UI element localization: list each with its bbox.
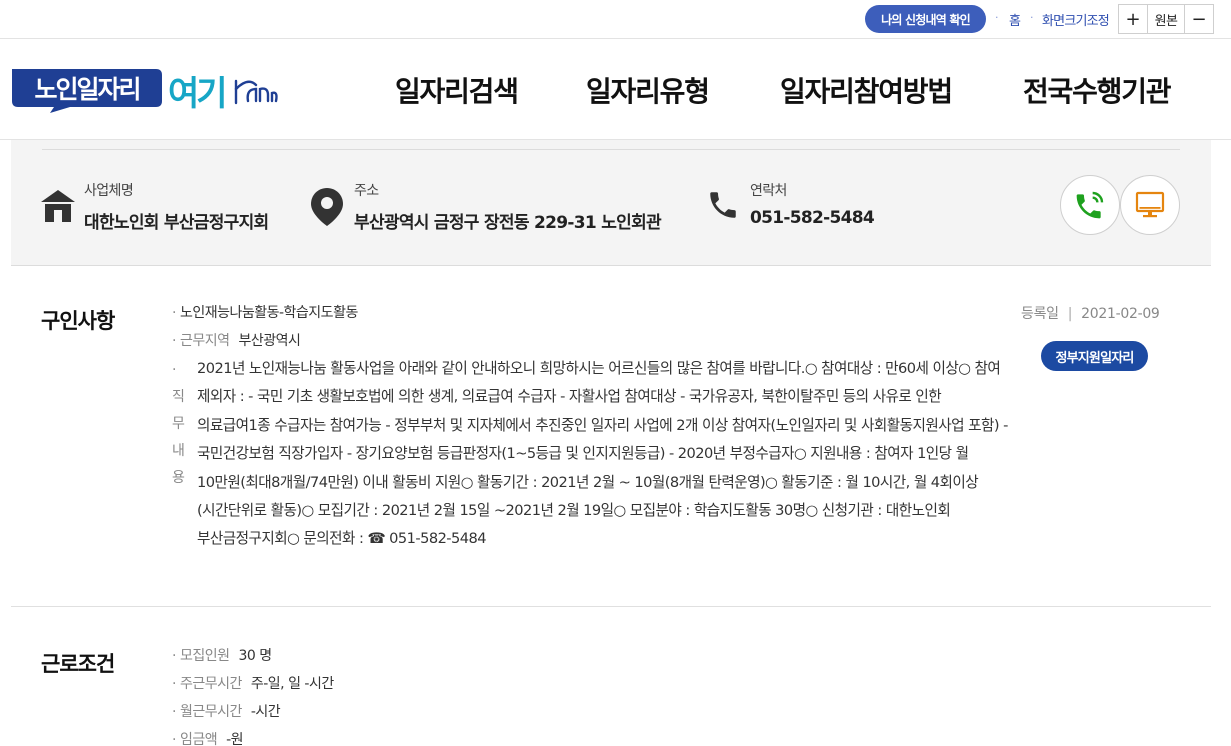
condition-label: 모집인원 bbox=[179, 648, 230, 664]
bullet-dot: · bbox=[172, 704, 176, 720]
work-area: · 근무지역 부산광역시 bbox=[172, 330, 301, 350]
nav-job-types[interactable]: 일자리유형 bbox=[586, 70, 710, 110]
band-divider bbox=[42, 149, 1180, 150]
address-label: 주소 bbox=[354, 183, 379, 199]
condition-value: -시간 bbox=[250, 704, 281, 720]
site-logo[interactable]: 노인일자리 여기 bbox=[10, 67, 280, 115]
condition-row: · 임금액 -원 bbox=[172, 729, 244, 746]
separator-dot: · bbox=[1030, 11, 1034, 24]
org-name-value: 대한노인회 부산금정구지회 bbox=[84, 213, 269, 233]
condition-row: · 모집인원 30 명 bbox=[172, 645, 272, 665]
section-title-job-posting: 구인사항 bbox=[41, 309, 115, 333]
condition-label: 임금액 bbox=[179, 732, 218, 746]
contact-label: 연락처 bbox=[750, 183, 787, 199]
duty-label-char: 내 bbox=[172, 443, 185, 459]
duty-label-char: 용 bbox=[172, 470, 185, 486]
work-area-value: 부산광역시 bbox=[238, 333, 301, 349]
gov-support-badge: 정부지원일자리 bbox=[1041, 341, 1148, 371]
apply-history-button[interactable]: 나의 신청내역 확인 bbox=[865, 5, 986, 33]
section-title-work-conditions: 근로조건 bbox=[41, 652, 115, 676]
bullet-dot: · bbox=[172, 732, 176, 746]
address-value: 부산광역시 금정구 장전동 229-31 노인회관 bbox=[354, 213, 662, 233]
logo-accent-text: 여기 bbox=[168, 74, 225, 114]
condition-label: 월근무시간 bbox=[179, 704, 242, 720]
duty-label-char: 직 bbox=[172, 389, 185, 405]
org-name-label: 사업체명 bbox=[84, 183, 134, 199]
condition-label: 주근무시간 bbox=[179, 676, 242, 692]
nav-how-to-apply[interactable]: 일자리참여방법 bbox=[780, 70, 953, 110]
contact-value: 051-582-5484 bbox=[750, 208, 875, 228]
logo-hand-icon bbox=[234, 79, 278, 105]
registration-date: 등록일 | 2021-02-09 bbox=[1021, 303, 1160, 323]
condition-value: 주-일, 일 -시간 bbox=[250, 676, 334, 692]
bullet-dot: · bbox=[172, 333, 176, 349]
condition-value: -원 bbox=[226, 732, 244, 746]
duty-description: 2021년 노인재능나눔 활동사업을 아래와 같이 안내하오니 희망하시는 어르… bbox=[197, 360, 1008, 548]
nav-job-search[interactable]: 일자리검색 bbox=[395, 70, 519, 110]
organization-info: 사업체명 대한노인회 부산금정구지회 주소 부산광역시 금정구 장전동 229-… bbox=[11, 140, 1211, 266]
bullet-dot: · bbox=[172, 648, 176, 664]
duty-label-char: 무 bbox=[172, 416, 185, 432]
condition-row: · 주근무시간 주-일, 일 -시간 bbox=[172, 673, 334, 693]
duty-label: · 직 무 내 용 bbox=[172, 357, 192, 492]
website-button[interactable] bbox=[1120, 175, 1180, 235]
bullet-dot: · bbox=[172, 362, 177, 378]
monitor-icon bbox=[1135, 191, 1165, 218]
zoom-controls: + 원본 − bbox=[1118, 4, 1214, 34]
condition-value: 30 명 bbox=[238, 648, 272, 664]
utility-bar: 나의 신청내역 확인 · 홈 · 화면크기조정 + 원본 − bbox=[0, 0, 1231, 39]
reg-date-value: 2021-02-09 bbox=[1081, 306, 1160, 322]
work-area-label: 근무지역 bbox=[179, 333, 230, 349]
building-icon bbox=[41, 190, 75, 222]
section-divider bbox=[11, 606, 1211, 607]
job-title-text: 노인재능나눔활동-학습지도활동 bbox=[179, 305, 358, 321]
site-header: 노인일자리 여기 일자리검색 일자리유형 일자리참여방법 전국수행기관 bbox=[0, 39, 1231, 140]
bullet-dot: · bbox=[172, 676, 176, 692]
location-pin-icon bbox=[311, 188, 343, 226]
job-title: · 노인재능나눔활동-학습지도활동 bbox=[172, 302, 358, 322]
separator: | bbox=[1067, 306, 1073, 322]
home-link[interactable]: 홈 bbox=[1009, 10, 1021, 29]
zoom-control-link: 화면크기조정 bbox=[1042, 14, 1110, 29]
reg-date-label: 등록일 bbox=[1021, 306, 1059, 322]
call-button[interactable] bbox=[1060, 175, 1120, 235]
zoom-reset-button[interactable]: 원본 bbox=[1147, 5, 1185, 33]
separator-dot: · bbox=[995, 11, 999, 24]
zoom-in-button[interactable]: + bbox=[1119, 5, 1147, 33]
phone-call-icon bbox=[1076, 191, 1104, 219]
logo-main-text: 노인일자리 bbox=[34, 75, 139, 104]
bullet-dot: · bbox=[172, 305, 176, 321]
condition-row: · 월근무시간 -시간 bbox=[172, 701, 281, 721]
zoom-out-button[interactable]: − bbox=[1185, 5, 1213, 33]
phone-icon bbox=[710, 192, 736, 218]
nav-agencies[interactable]: 전국수행기관 bbox=[1023, 70, 1172, 110]
